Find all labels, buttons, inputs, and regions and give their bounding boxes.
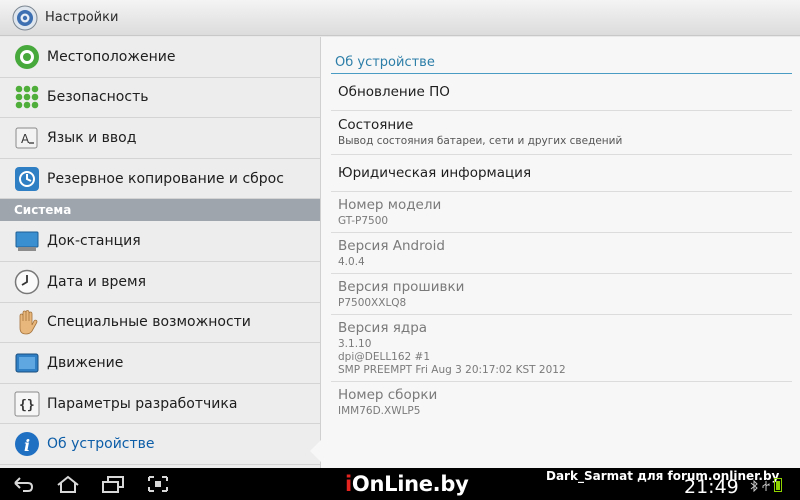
sidebar-item-label: Дата и время <box>47 273 146 290</box>
sidebar-item-label: Движение <box>47 354 124 371</box>
motion-icon <box>15 353 39 373</box>
recent-apps-icon <box>102 476 124 493</box>
location-icon <box>15 44 39 69</box>
row-subtitle-line: dpi@DELL162 #1 <box>338 350 431 363</box>
recent-apps-button[interactable] <box>98 472 128 496</box>
screenshot-button[interactable] <box>143 472 173 496</box>
screenshot-icon <box>148 476 168 492</box>
sidebar-item-location[interactable]: Местоположение <box>0 37 320 78</box>
dock-icon <box>15 231 39 252</box>
sidebar-item-label: Резервное копирование и сброс <box>47 170 284 187</box>
sidebar-item-motion[interactable]: Движение <box>0 343 320 384</box>
clock-icon <box>14 269 40 295</box>
panel-title: Об устройстве <box>335 55 435 70</box>
status-icons[interactable] <box>750 478 782 492</box>
selection-pointer <box>310 440 321 462</box>
action-bar: Настройки <box>0 0 800 36</box>
backup-icon <box>15 166 39 191</box>
svg-text:{}: {} <box>19 398 35 413</box>
home-icon <box>57 475 79 493</box>
sidebar-item-label: Параметры разработчика <box>47 395 238 412</box>
svg-text:A: A <box>21 132 30 146</box>
details-list: Обновление ПО Состояние Вывод состояния … <box>331 74 792 422</box>
sidebar-item-about-device[interactable]: i Об устройстве <box>0 424 320 465</box>
section-header-system: Система <box>0 199 320 222</box>
info-icon: i <box>15 432 39 457</box>
row-title: Версия прошивки <box>338 278 465 295</box>
sidebar-item-label: Безопасность <box>47 89 149 106</box>
row-software-update[interactable]: Обновление ПО <box>331 74 792 111</box>
row-model-number: Номер модели GT-P7500 <box>331 192 792 233</box>
row-title: Состояние <box>338 117 414 133</box>
row-subtitle: Вывод состояния батареи, сети и других с… <box>338 135 623 147</box>
sidebar-item-backup[interactable]: Резервное копирование и сброс <box>0 159 320 200</box>
sidebar-item-accessibility[interactable]: Специальные возможности <box>0 303 320 344</box>
settings-menu: Местоположение Безопасность A Язык и вво… <box>0 37 320 468</box>
watermark-text: Dark_Sarmat для forum.onliner.by <box>546 469 780 483</box>
row-kernel-version: Версия ядра 3.1.10 dpi@DELL162 #1 SMP PR… <box>331 315 792 382</box>
sidebar-item-language[interactable]: A Язык и ввод <box>0 118 320 159</box>
about-device-panel: Об устройстве Обновление ПО Состояние Вы… <box>320 37 800 468</box>
hand-icon <box>19 310 38 335</box>
sidebar-item-date-time[interactable]: Дата и время <box>0 262 320 303</box>
row-title: Обновление ПО <box>338 84 450 100</box>
row-subtitle: IMM76D.XWLP5 <box>338 404 421 417</box>
back-button[interactable] <box>8 472 38 496</box>
row-android-version[interactable]: Версия Android 4.0.4 <box>331 233 792 274</box>
row-title: Номер сборки <box>338 386 438 403</box>
sidebar-item-dock[interactable]: Док-станция <box>0 221 320 262</box>
row-subtitle: 4.0.4 <box>338 255 365 268</box>
back-icon <box>14 477 34 492</box>
row-title: Юридическая информация <box>338 165 532 181</box>
row-title: Номер модели <box>338 196 442 213</box>
svg-text:i: i <box>24 436 30 455</box>
usb-icon <box>762 481 770 491</box>
row-subtitle: GT-P7500 <box>338 214 389 227</box>
battery-icon <box>774 478 782 492</box>
row-title: Версия Android <box>338 237 445 254</box>
sidebar-item-label: Язык и ввод <box>47 129 137 146</box>
sidebar-item-security[interactable]: Безопасность <box>0 78 320 119</box>
watermark-logo: iOnLine.by <box>345 472 469 496</box>
row-build-number[interactable]: Номер сборки IMM76D.XWLP5 <box>331 382 792 422</box>
app-title: Настройки <box>45 10 119 25</box>
sidebar-item-developer-options[interactable]: {} Параметры разработчика <box>0 384 320 425</box>
row-subtitle-line: 3.1.10 <box>338 337 372 350</box>
home-button[interactable] <box>53 472 83 496</box>
sidebar-item-label: Об устройстве <box>47 436 155 453</box>
language-icon: A <box>15 127 38 149</box>
panel-header: Об устройстве <box>321 37 800 73</box>
row-subtitle-line: SMP PREEMPT Fri Aug 3 20:17:02 KST 2012 <box>338 363 566 376</box>
row-subtitle: P7500XXLQ8 <box>338 296 407 309</box>
security-icon <box>15 86 39 109</box>
sidebar-item-label: Док-станция <box>47 233 141 250</box>
row-title: Версия ядра <box>338 319 428 336</box>
sidebar-item-label: Местоположение <box>47 48 176 65</box>
braces-icon: {} <box>14 391 40 417</box>
row-baseband-version: Версия прошивки P7500XXLQ8 <box>331 274 792 315</box>
row-status[interactable]: Состояние Вывод состояния батареи, сети … <box>331 111 792 155</box>
status-clock[interactable]: 21:49 <box>684 476 739 498</box>
bluetooth-icon <box>750 480 758 492</box>
sidebar-item-label: Специальные возможности <box>47 314 251 331</box>
settings-gear-icon[interactable] <box>12 5 38 31</box>
row-legal-info[interactable]: Юридическая информация <box>331 155 792 192</box>
